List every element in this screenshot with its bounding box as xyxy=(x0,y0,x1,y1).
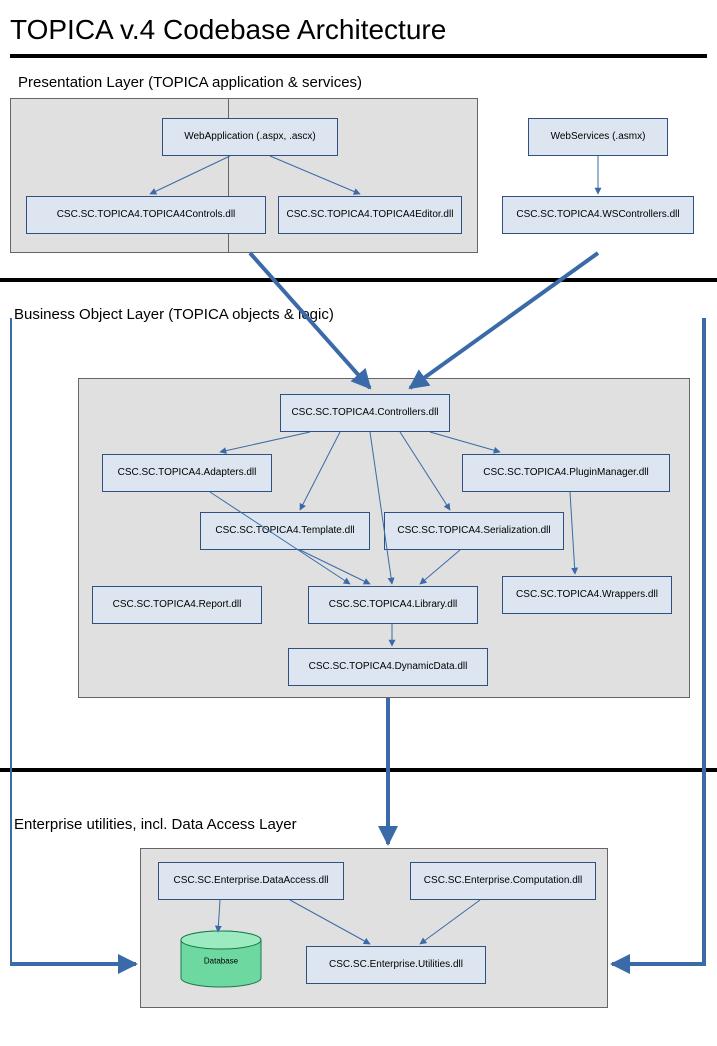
pluginmanager-box: CSC.SC.TOPICA4.PluginManager.dll xyxy=(462,454,670,492)
database-cylinder: Database xyxy=(178,930,264,988)
enterprise-layer-label: Enterprise utilities, incl. Data Access … xyxy=(14,816,297,833)
adapters-box: CSC.SC.TOPICA4.Adapters.dll xyxy=(102,454,272,492)
library-box: CSC.SC.TOPICA4.Library.dll xyxy=(308,586,478,624)
wrappers-box: CSC.SC.TOPICA4.Wrappers.dll xyxy=(502,576,672,614)
editor-box: CSC.SC.TOPICA4.TOPICA4Editor.dll xyxy=(278,196,462,234)
report-box: CSC.SC.TOPICA4.Report.dll xyxy=(92,586,262,624)
divider xyxy=(10,54,707,58)
controls-box: CSC.SC.TOPICA4.TOPICA4Controls.dll xyxy=(26,196,266,234)
utilities-box: CSC.SC.Enterprise.Utilities.dll xyxy=(306,946,486,984)
presentation-layer-label: Presentation Layer (TOPICA application &… xyxy=(18,74,362,91)
serialization-box: CSC.SC.TOPICA4.Serialization.dll xyxy=(384,512,564,550)
webservices-box: WebServices (.asmx) xyxy=(528,118,668,156)
dynamicdata-box: CSC.SC.TOPICA4.DynamicData.dll xyxy=(288,648,488,686)
divider xyxy=(0,278,717,282)
template-box: CSC.SC.TOPICA4.Template.dll xyxy=(200,512,370,550)
page-title: TOPICA v.4 Codebase Architecture xyxy=(10,14,707,46)
webapp-box: WebApplication (.aspx, .ascx) xyxy=(162,118,338,156)
controllers-box: CSC.SC.TOPICA4.Controllers.dll xyxy=(280,394,450,432)
database-label: Database xyxy=(178,956,264,965)
business-layer-label: Business Object Layer (TOPICA objects & … xyxy=(14,306,334,323)
wscontrollers-box: CSC.SC.TOPICA4.WSControllers.dll xyxy=(502,196,694,234)
divider xyxy=(0,768,717,772)
dataaccess-box: CSC.SC.Enterprise.DataAccess.dll xyxy=(158,862,344,900)
computation-box: CSC.SC.Enterprise.Computation.dll xyxy=(410,862,596,900)
diagram: Presentation Layer (TOPICA application &… xyxy=(10,68,707,1008)
